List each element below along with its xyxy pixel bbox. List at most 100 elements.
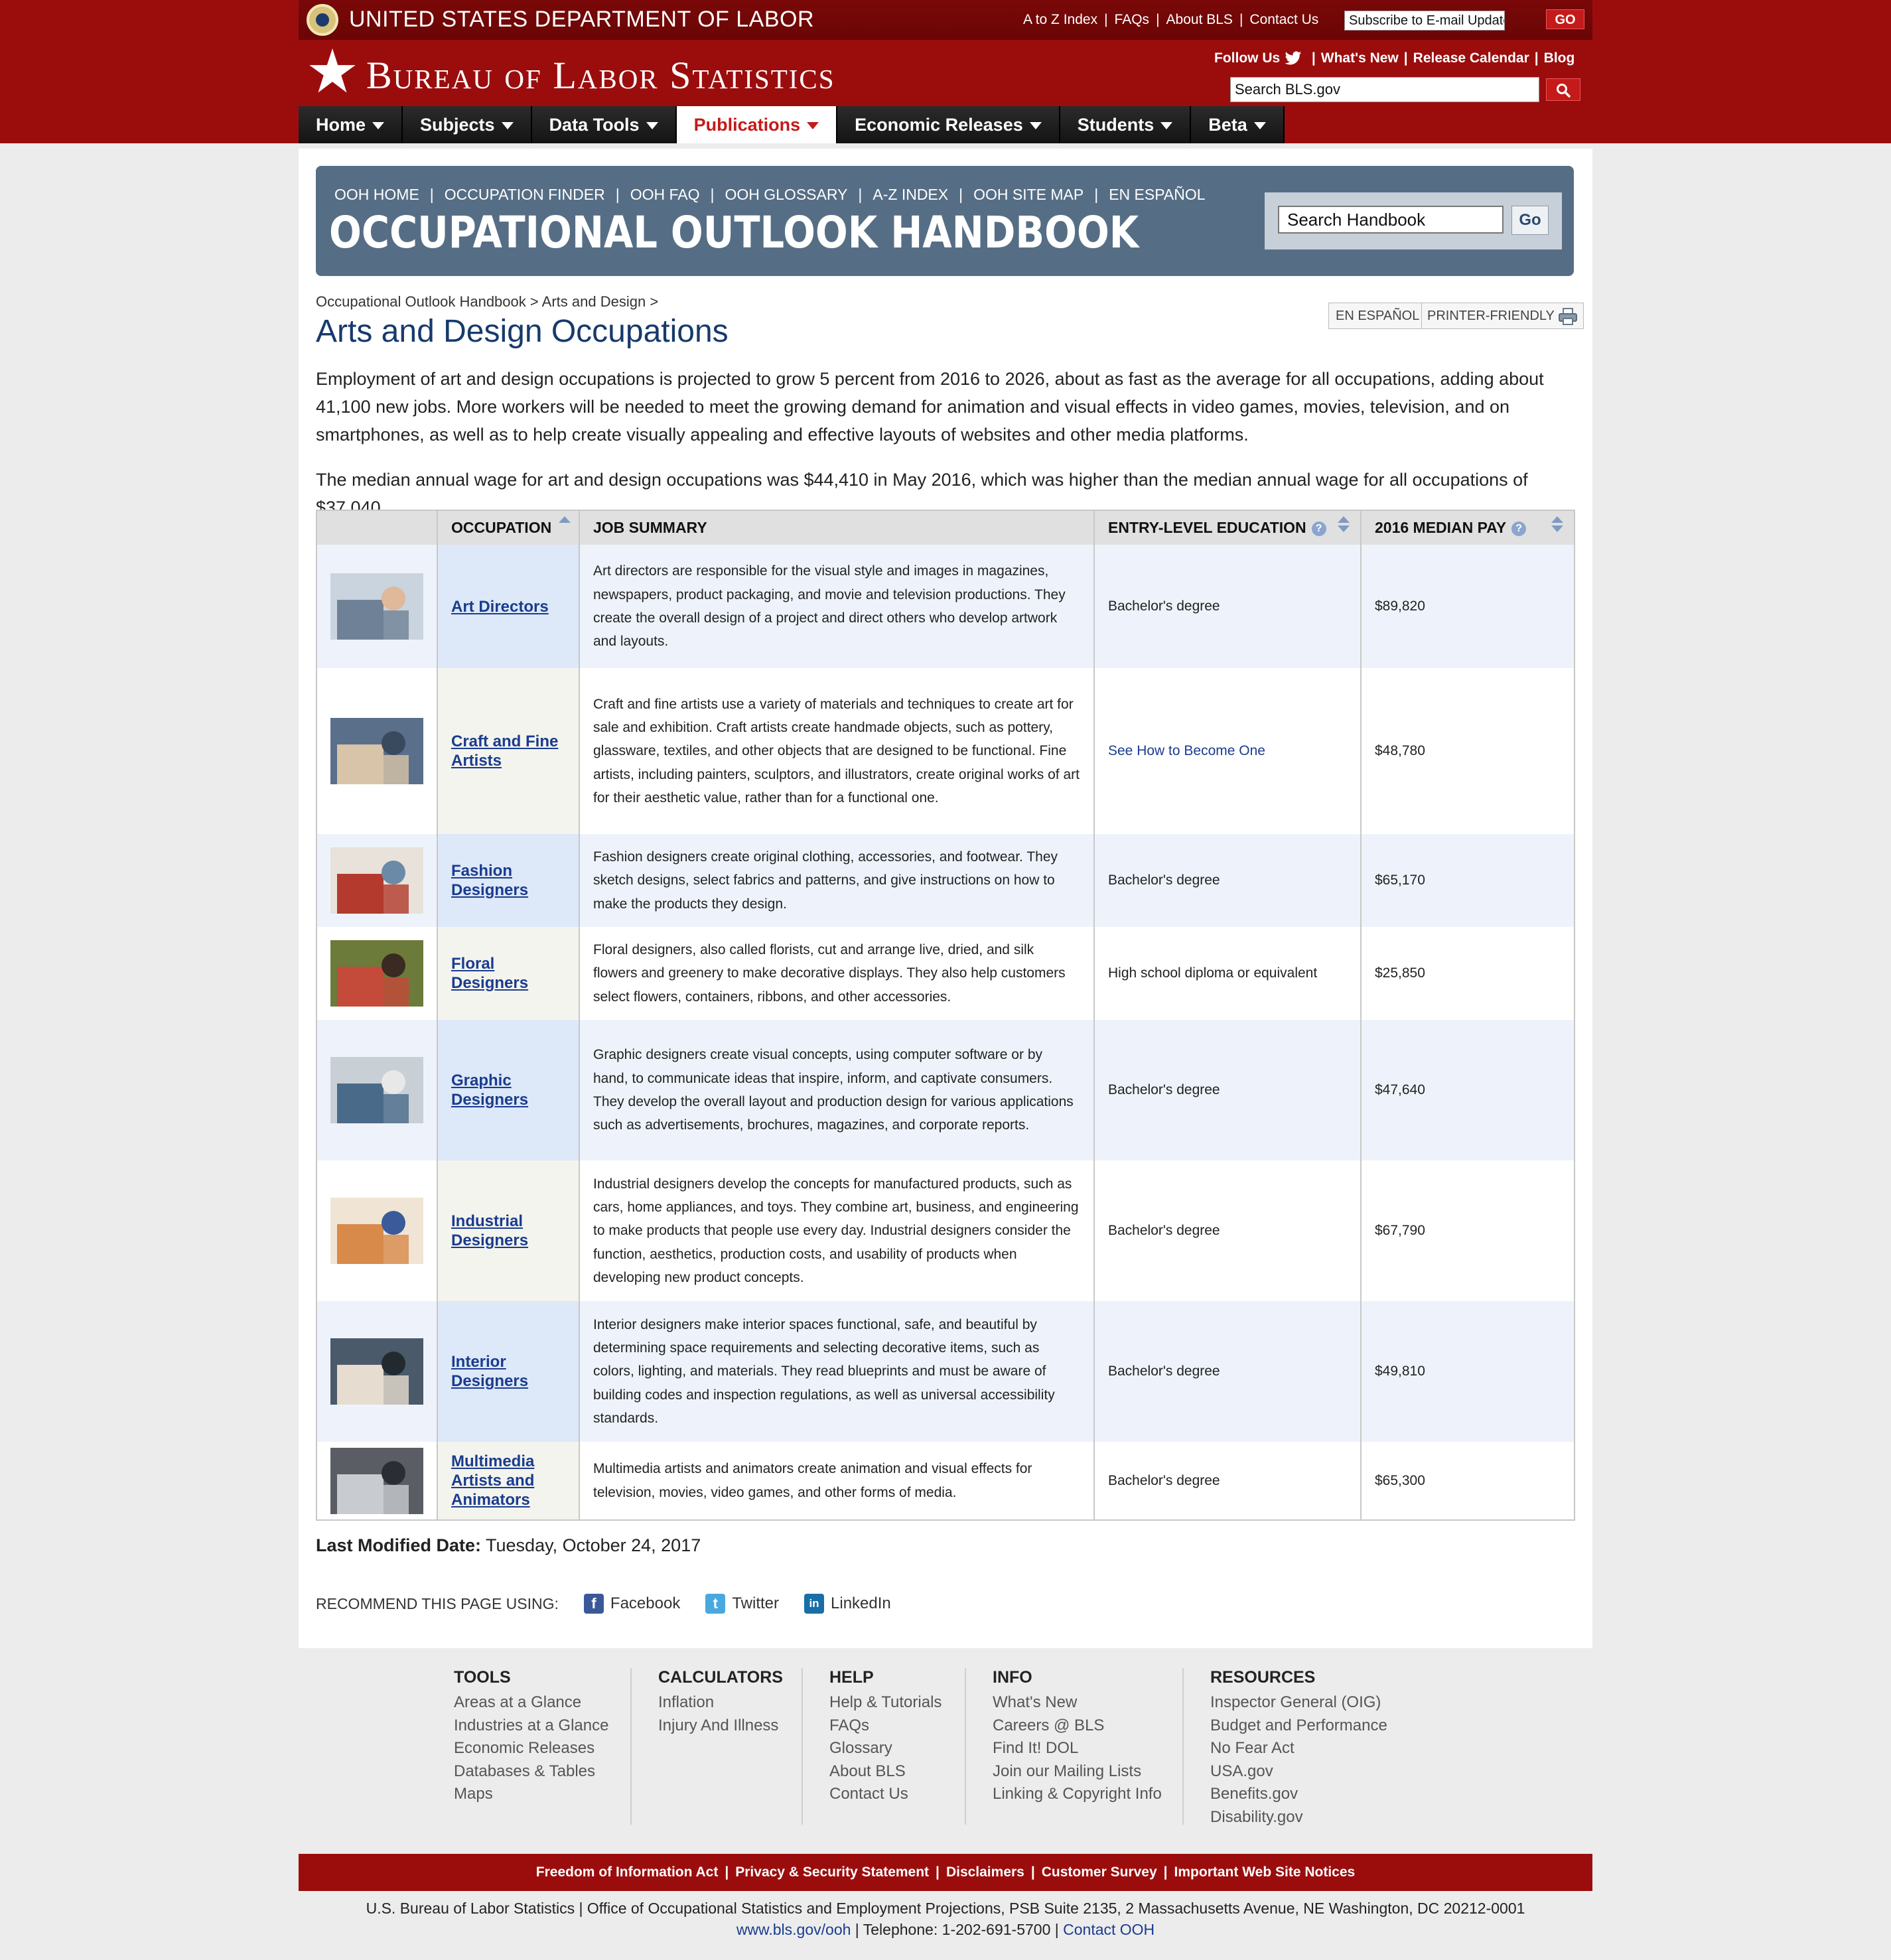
- occupation-photo[interactable]: [330, 847, 423, 914]
- footer-link[interactable]: No Fear Act: [1210, 1737, 1387, 1760]
- footer-col-calculators: CALCULATORS Inflation Injury And Illness: [658, 1668, 783, 1737]
- footer-link[interactable]: USA.gov: [1210, 1760, 1387, 1784]
- search-bls-button[interactable]: [1546, 78, 1580, 101]
- printer-friendly-button[interactable]: PRINTER-FRIENDLY: [1421, 303, 1584, 329]
- occupation-link[interactable]: Multimedia Artists and Animators: [451, 1452, 565, 1509]
- footer-link[interactable]: Linking & Copyright Info: [993, 1783, 1162, 1806]
- twitter-icon[interactable]: [1284, 51, 1302, 66]
- footer-address: U.S. Bureau of Labor Statistics | Office…: [299, 1898, 1592, 1940]
- breadcrumb-arts-design[interactable]: Arts and Design: [542, 293, 646, 310]
- footer-link[interactable]: Careers @ BLS: [993, 1715, 1162, 1738]
- footer-link[interactable]: Inspector General (OIG): [1210, 1691, 1387, 1715]
- nav-data-tools[interactable]: Data Tools: [531, 106, 677, 143]
- ooh-faq-link[interactable]: OOH FAQ: [630, 186, 700, 203]
- en-espanol-button[interactable]: EN ESPAÑOL: [1328, 303, 1427, 329]
- nav-home[interactable]: Home: [299, 106, 403, 143]
- sort-arrows-icon[interactable]: [1338, 516, 1350, 532]
- footer-link[interactable]: Budget and Performance: [1210, 1715, 1387, 1738]
- footer-link[interactable]: Databases & Tables: [454, 1760, 608, 1784]
- footer-link[interactable]: Help & Tutorials: [829, 1691, 942, 1715]
- occupation-photo[interactable]: [330, 1447, 423, 1514]
- occupation-photo[interactable]: [330, 718, 423, 784]
- header-entry-level-education[interactable]: ENTRY-LEVEL EDUCATION?: [1094, 510, 1362, 545]
- sort-up-icon[interactable]: [559, 516, 571, 525]
- dol-seal-icon[interactable]: [307, 4, 338, 36]
- breadcrumb-ooh[interactable]: Occupational Outlook Handbook: [316, 293, 526, 310]
- median-pay-cell: $67,790: [1361, 1160, 1575, 1301]
- footer-link[interactable]: Disability.gov: [1210, 1806, 1387, 1829]
- footer-link[interactable]: Maps: [454, 1783, 608, 1806]
- dol-title[interactable]: UNITED STATES DEPARTMENT OF LABOR: [349, 7, 814, 33]
- nav-economic-releases[interactable]: Economic Releases: [837, 106, 1060, 143]
- contact-ooh-link[interactable]: Contact OOH: [1063, 1921, 1155, 1938]
- subscribe-email-input[interactable]: [1344, 11, 1505, 31]
- footer-link[interactable]: Inflation: [658, 1691, 783, 1715]
- occupation-link[interactable]: Industrial Designers: [451, 1212, 565, 1250]
- whats-new-link[interactable]: What's New: [1321, 50, 1399, 66]
- website-link[interactable]: www.bls.gov/ooh: [736, 1921, 851, 1938]
- occupation-link[interactable]: Art Directors: [451, 597, 565, 616]
- foia-link[interactable]: Freedom of Information Act: [536, 1864, 719, 1880]
- footer-link[interactable]: Benefits.gov: [1210, 1783, 1387, 1806]
- search-handbook-go-button[interactable]: Go: [1511, 206, 1549, 235]
- footer-link[interactable]: Economic Releases: [454, 1737, 608, 1760]
- footer-link[interactable]: What's New: [993, 1691, 1162, 1715]
- occupation-photo[interactable]: [330, 1338, 423, 1405]
- ooh-home-link[interactable]: OOH HOME: [334, 186, 419, 203]
- share-linkedin[interactable]: in LinkedIn: [804, 1594, 891, 1614]
- occupation-link[interactable]: Fashion Designers: [451, 861, 565, 900]
- occupation-finder-link[interactable]: OCCUPATION FINDER: [445, 186, 605, 203]
- nav-publications[interactable]: Publications: [676, 106, 838, 143]
- occupation-photo[interactable]: [330, 1198, 423, 1264]
- occupation-photo[interactable]: [330, 940, 423, 1007]
- share-facebook[interactable]: f Facebook: [583, 1594, 680, 1614]
- help-icon[interactable]: ?: [1511, 521, 1527, 536]
- customer-survey-link[interactable]: Customer Survey: [1042, 1864, 1157, 1880]
- occupation-photo[interactable]: [330, 573, 423, 640]
- dol-link-faqs[interactable]: FAQs: [1115, 12, 1150, 27]
- how-to-become-one-link[interactable]: See How to Become One: [1108, 743, 1265, 758]
- web-site-notices-link[interactable]: Important Web Site Notices: [1174, 1864, 1356, 1880]
- blog-link[interactable]: Blog: [1544, 50, 1575, 66]
- occupation-link[interactable]: Floral Designers: [451, 954, 565, 993]
- nav-beta[interactable]: Beta: [1191, 106, 1285, 143]
- footer-link[interactable]: FAQs: [829, 1715, 942, 1738]
- occupation-link[interactable]: Craft and Fine Artists: [451, 732, 565, 770]
- footer-link[interactable]: Glossary: [829, 1737, 942, 1760]
- header-occupation[interactable]: OCCUPATION: [437, 510, 580, 545]
- ooh-site-map-link[interactable]: OOH SITE MAP: [973, 186, 1084, 203]
- occupation-link[interactable]: Interior Designers: [451, 1352, 565, 1391]
- occupation-thumbnail-cell: [316, 1020, 438, 1160]
- release-calendar-link[interactable]: Release Calendar: [1413, 50, 1529, 66]
- sort-arrows-icon[interactable]: [1551, 516, 1563, 532]
- nav-students[interactable]: Students: [1060, 106, 1192, 143]
- subscribe-go-button[interactable]: GO: [1546, 9, 1584, 29]
- bls-title[interactable]: Bureau of Labor Statistics: [366, 53, 835, 98]
- header-median-pay[interactable]: 2016 MEDIAN PAY?: [1361, 510, 1575, 545]
- disclaimers-link[interactable]: Disclaimers: [946, 1864, 1024, 1880]
- footer-link[interactable]: Industries at a Glance: [454, 1715, 608, 1738]
- a-z-index-link[interactable]: A-Z INDEX: [873, 186, 948, 203]
- share-twitter[interactable]: t Twitter: [705, 1594, 779, 1614]
- footer-link[interactable]: Join our Mailing Lists: [993, 1760, 1162, 1784]
- ooh-title[interactable]: OCCUPATIONAL OUTLOOK HANDBOOK: [329, 207, 1139, 258]
- dol-link-a-z-index[interactable]: A to Z Index: [1023, 12, 1097, 27]
- search-handbook-input[interactable]: [1278, 206, 1504, 234]
- footer-link[interactable]: Contact Us: [829, 1783, 942, 1806]
- ooh-glossary-link[interactable]: OOH GLOSSARY: [725, 186, 847, 203]
- dol-link-contact-us[interactable]: Contact Us: [1249, 12, 1318, 27]
- en-espanol-link[interactable]: EN ESPAÑOL: [1109, 186, 1205, 203]
- printer-icon: [1559, 307, 1578, 325]
- search-bls-input[interactable]: [1230, 77, 1539, 102]
- help-icon[interactable]: ?: [1311, 521, 1326, 536]
- follow-us-label[interactable]: Follow Us: [1214, 50, 1280, 66]
- dol-link-about-bls[interactable]: About BLS: [1166, 12, 1233, 27]
- footer-link[interactable]: Find It! DOL: [993, 1737, 1162, 1760]
- footer-link[interactable]: Injury And Illness: [658, 1715, 783, 1738]
- footer-link[interactable]: About BLS: [829, 1760, 942, 1784]
- footer-link[interactable]: Areas at a Glance: [454, 1691, 608, 1715]
- nav-subjects[interactable]: Subjects: [403, 106, 532, 143]
- privacy-link[interactable]: Privacy & Security Statement: [735, 1864, 929, 1880]
- occupation-link[interactable]: Graphic Designers: [451, 1071, 565, 1109]
- occupation-photo[interactable]: [330, 1057, 423, 1123]
